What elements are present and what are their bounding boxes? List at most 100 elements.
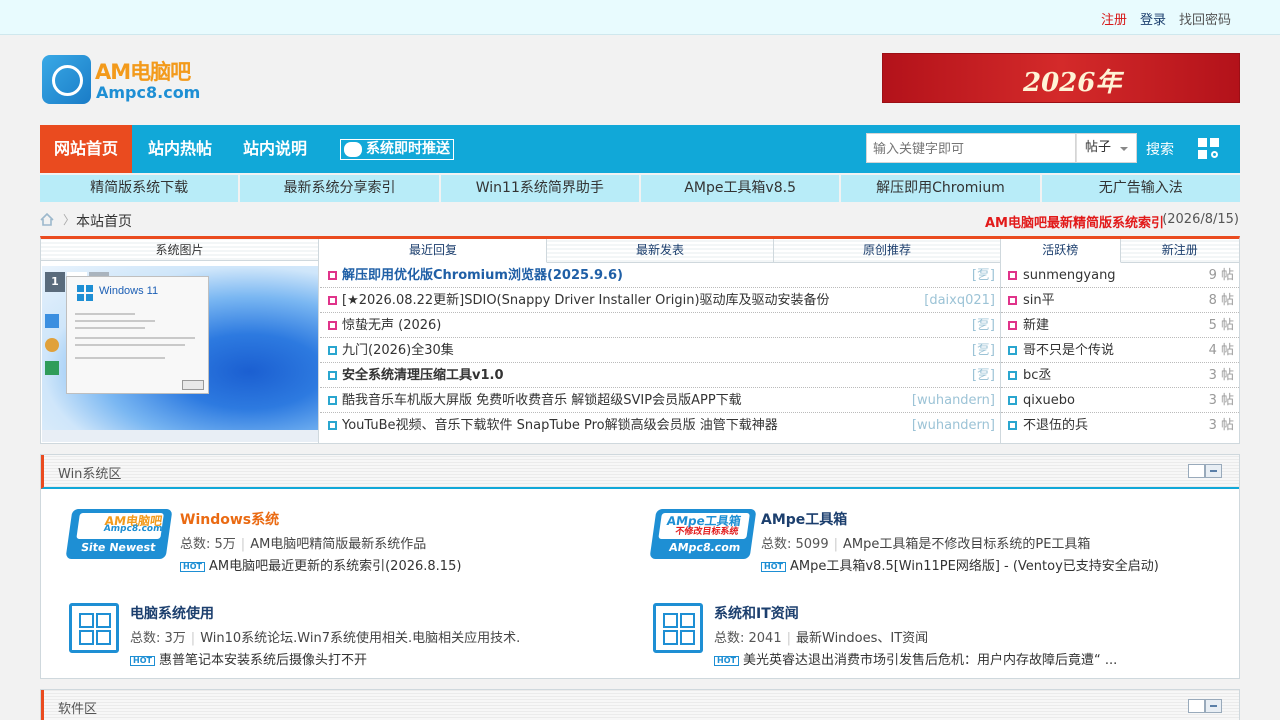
nav-site-info[interactable]: 站内说明 (243, 125, 307, 173)
bullet-icon (328, 396, 337, 405)
forum-pc-usage: 电脑系统使用 总数: 3万 | Win10系统论坛.Win7系统使用相关.电脑相关应… (69, 603, 629, 673)
banner-text: 2026年 (1023, 68, 1122, 98)
quick-link[interactable]: 无广告输入法 (1041, 175, 1240, 202)
bullet-icon (1008, 346, 1017, 355)
thread-title[interactable]: YouTuBe视频、音乐下载软件 SnapTube Pro解锁高级会员版 油管下… (342, 413, 778, 438)
tab-system-pictures[interactable]: 系统图片 (41, 239, 318, 261)
picture-panel: 系统图片 1 2 3 Windows 11 (41, 239, 319, 444)
quick-link[interactable]: 精简版系统下载 (40, 175, 239, 202)
windows-logo-icon (77, 285, 93, 301)
user-name[interactable]: qixuebo (1023, 388, 1075, 413)
thread-author[interactable]: [乭] (972, 313, 995, 338)
latest-thread-link[interactable]: 惠普笔记本安装系统后摄像头打不开 (159, 653, 367, 668)
find-password-link[interactable]: 找回密码 (1179, 9, 1231, 28)
forum-badge-icon[interactable]: AMpe工具箱 不修改目标系统 AMpc8.com (649, 509, 757, 559)
active-user-row[interactable]: 新建 5 帖 (1001, 313, 1239, 338)
thread-row[interactable]: 九门(2026)全30集 [乭] (320, 338, 1000, 363)
search-input[interactable] (866, 133, 1076, 163)
user-name[interactable]: 新建 (1023, 313, 1049, 338)
tab-original-picks[interactable]: 原创推荐 (774, 239, 1000, 263)
search-button[interactable]: 搜索 (1146, 139, 1174, 159)
thread-author[interactable]: [daixq021] (924, 288, 995, 313)
headline-link[interactable]: AM电脑吧最新精简版系统索引 (985, 212, 1164, 231)
logo-title: AM电脑吧 (95, 60, 191, 84)
nav-home[interactable]: 网站首页 (40, 125, 132, 173)
forum-stats: 总数: 5099 | AMpe工具箱是不修改目标系统的PE工具箱 (761, 537, 1091, 552)
post-count: 4 帖 (1208, 343, 1234, 358)
active-user-row[interactable]: sin平 8 帖 (1001, 288, 1239, 313)
quick-link[interactable]: Win11系统简界助手 (440, 175, 639, 202)
user-name[interactable]: bc丞 (1023, 363, 1051, 388)
active-user-row[interactable]: sunmengyang 9 帖 (1001, 263, 1239, 288)
thread-author[interactable]: [乭] (972, 263, 995, 288)
forum-window-icon[interactable] (653, 603, 703, 653)
forum-stats: 总数: 5万 | AM电脑吧精简版最新系统作品 (180, 537, 427, 552)
wechat-icon (344, 142, 362, 157)
user-name[interactable]: sunmengyang (1023, 263, 1116, 288)
thread-author[interactable]: [乭] (972, 363, 995, 388)
thread-title[interactable]: 惊蛰无声 (2026) (342, 313, 441, 338)
quick-link[interactable]: 最新系统分享索引 (240, 175, 439, 202)
badge-line: AMpc8.com (668, 541, 742, 554)
header-banner[interactable]: 2026年 (882, 53, 1240, 103)
section-title[interactable]: Win系统区 (58, 463, 121, 482)
thread-title[interactable]: 九门(2026)全30集 (342, 338, 454, 363)
active-user-row[interactable]: qixuebo 3 帖 (1001, 388, 1239, 413)
quick-link[interactable]: 解压即用Chromium (841, 175, 1040, 202)
latest-thread-link[interactable]: AM电脑吧最近更新的系统索引(2026.8.15) (209, 559, 461, 574)
thread-row[interactable]: 解压即用优化版Chromium浏览器(2025.9.6) [乭] (320, 263, 1000, 288)
tab-new-members[interactable]: 新注册 (1120, 239, 1239, 263)
register-link[interactable]: 注册 (1101, 9, 1127, 28)
thread-row[interactable]: 惊蛰无声 (2026) [乭] (320, 313, 1000, 338)
push-button[interactable]: 系统即时推送 (340, 139, 454, 160)
quick-link[interactable]: AMpe工具箱v8.5 (640, 175, 840, 202)
user-name[interactable]: 不退伍的兵 (1023, 413, 1088, 438)
home-icon[interactable] (40, 213, 54, 226)
tab-new-posts[interactable]: 最新发表 (547, 239, 774, 263)
forum-name[interactable]: 电脑系统使用 (130, 603, 214, 623)
thread-row[interactable]: YouTuBe视频、音乐下载软件 SnapTube Pro解锁高级会员版 油管下… (320, 413, 1000, 438)
section-layout-toggle[interactable] (1188, 464, 1205, 478)
forum-description: AM电脑吧精简版最新系统作品 (250, 537, 427, 552)
section-title[interactable]: 软件区 (58, 698, 97, 717)
latest-thread-link[interactable]: AMpe工具箱v8.5[Win11PE网络版] - (Ventoy已支持安全启动… (790, 559, 1159, 574)
thread-row[interactable]: 酷我音乐车机版大屏版 免费听收费音乐 解锁超级SVIP会员版APP下载 [wuh… (320, 388, 1000, 413)
collapse-icon[interactable] (1205, 464, 1222, 478)
forum-window-icon[interactable] (69, 603, 119, 653)
top-links: 注册 登录 找回密码 (1101, 9, 1231, 28)
tab-active-ranking[interactable]: 活跃榜 (1001, 239, 1121, 263)
forum-name[interactable]: 系统和IT资闻 (714, 603, 799, 623)
thread-author[interactable]: [wuhandern] (912, 413, 995, 438)
user-name[interactable]: sin平 (1023, 288, 1055, 313)
forum-name[interactable]: Windows系统 (180, 509, 279, 529)
thread-title[interactable]: 安全系统清理压缩工具v1.0 (342, 363, 504, 388)
forum-ampe: AMpe工具箱 不修改目标系统 AMpc8.com AMpe工具箱 总数: 50… (649, 509, 1233, 579)
search-type-select[interactable]: 帖子 (1076, 133, 1137, 163)
thread-title[interactable]: [★2026.08.22更新]SDIO(Snappy Driver Instal… (342, 288, 830, 313)
active-user-row[interactable]: 不退伍的兵 3 帖 (1001, 413, 1239, 438)
site-logo[interactable]: AM电脑吧 Ampc8.com (42, 55, 202, 105)
nav-hot-threads[interactable]: 站内热帖 (148, 125, 212, 173)
thread-row[interactable]: [★2026.08.22更新]SDIO(Snappy Driver Instal… (320, 288, 1000, 313)
slide-1-button[interactable]: 1 (45, 272, 65, 292)
thread-author[interactable]: [乭] (972, 338, 995, 363)
latest-thread-link[interactable]: 美光英睿达退出消费市场引发售后危机：用户内存故障后竟遭“ ... (743, 653, 1117, 668)
forum-name[interactable]: AMpe工具箱 (761, 509, 847, 529)
active-user-row[interactable]: 哥不只是个传说 4 帖 (1001, 338, 1239, 363)
qr-code-icon[interactable] (1198, 138, 1220, 160)
section-layout-toggle[interactable] (1188, 699, 1205, 713)
thread-title[interactable]: 解压即用优化版Chromium浏览器(2025.9.6) (342, 263, 623, 288)
slideshow-image[interactable]: 1 2 3 Windows 11 (42, 266, 318, 442)
thread-row[interactable]: 安全系统清理压缩工具v1.0 [乭] (320, 363, 1000, 388)
section-header: 软件区 (41, 690, 1239, 720)
thread-author[interactable]: [wuhandern] (912, 388, 995, 413)
tab-recent-replies[interactable]: 最近回复 (320, 239, 547, 263)
login-link[interactable]: 登录 (1140, 9, 1166, 28)
active-user-row[interactable]: bc丞 3 帖 (1001, 363, 1239, 388)
collapse-icon[interactable] (1205, 699, 1222, 713)
forum-badge-icon[interactable]: AM电脑吧 Ampc8.com Site Newest (65, 509, 173, 559)
bullet-icon (1008, 396, 1017, 405)
thread-title[interactable]: 酷我音乐车机版大屏版 免费听收费音乐 解锁超级SVIP会员版APP下载 (342, 388, 742, 413)
post-count: 9 帖 (1208, 268, 1234, 283)
user-name[interactable]: 哥不只是个传说 (1023, 338, 1114, 363)
